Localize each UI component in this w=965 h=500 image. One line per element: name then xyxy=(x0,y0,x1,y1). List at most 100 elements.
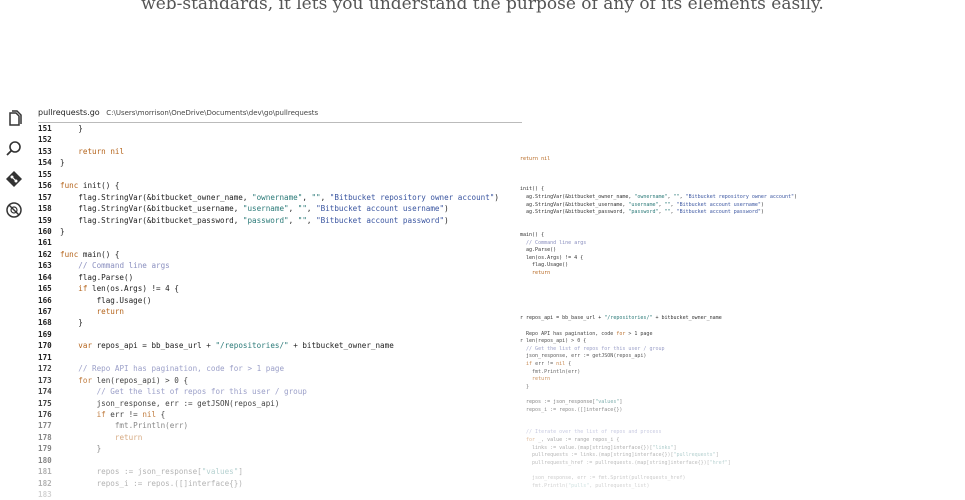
code-line[interactable]: 156 func init() { xyxy=(38,180,518,191)
code-line[interactable]: 177 fmt.Println(err) xyxy=(38,420,518,431)
code-line[interactable]: 159 flag.StringVar(&bitbucket_password, … xyxy=(38,215,518,226)
minimap-line: ag.StringVar(&bitbucket_username, "usern… xyxy=(520,201,764,208)
line-number: 161 xyxy=(38,238,52,248)
code-line[interactable]: 154} xyxy=(38,157,518,168)
code-text: flag.StringVar(&bitbucket_owner_name, "o… xyxy=(60,192,499,202)
minimap-line xyxy=(520,299,820,307)
line-number: 155 xyxy=(38,169,52,179)
minimap-line: len(os.Args) != 4 { xyxy=(520,254,584,261)
code-line[interactable]: 168 } xyxy=(38,317,518,328)
hero-text: web-standards, it lets you understand th… xyxy=(141,0,824,14)
code-line[interactable]: 175 json_response, err := getJSON(repos_… xyxy=(38,398,518,409)
minimap-line: // Get the list of repos for this user /… xyxy=(526,345,665,352)
minimap-line: repos_i := repos.([]interface{}) xyxy=(520,406,623,413)
minimap-line xyxy=(520,390,820,398)
minimap-line xyxy=(520,292,820,300)
code-text: // Get the list of repos for this user /… xyxy=(96,387,307,397)
code-line[interactable]: 178 return xyxy=(38,432,518,443)
code-text: } xyxy=(60,444,102,454)
line-number: 164 xyxy=(38,272,52,282)
minimap-line: for _, value := range repos_i { xyxy=(526,436,620,443)
code-line[interactable]: 155 xyxy=(38,169,518,180)
minimap-line xyxy=(520,284,820,292)
code-line[interactable]: 173 for len(repos_api) > 0 { xyxy=(38,375,518,386)
line-number: 169 xyxy=(38,329,52,339)
minimap-line: fmt.Println(err) xyxy=(520,368,581,375)
minimap-line xyxy=(520,307,820,315)
minimap-line: r repos_api = bb_base_url + "/repositori… xyxy=(520,315,722,322)
code-line[interactable]: 157 flag.StringVar(&bitbucket_owner_name… xyxy=(38,192,518,203)
code-line[interactable]: 169 xyxy=(38,329,518,340)
code-text: fmt.Println(err) xyxy=(60,421,189,431)
line-number: 156 xyxy=(38,181,52,191)
minimap-line xyxy=(520,421,820,429)
minimap-line: ag.Parse() xyxy=(520,247,557,254)
line-number: 179 xyxy=(38,444,52,454)
code-line[interactable]: 158 flag.StringVar(&bitbucket_username, … xyxy=(38,203,518,214)
line-number: 181 xyxy=(38,467,52,477)
minimap-line xyxy=(520,163,820,171)
minimap[interactable]: return nil init() { ag.StringVar(&bitbuck… xyxy=(520,155,820,500)
minimap-line: return nil xyxy=(520,156,551,162)
editor-tab[interactable]: pullrequests.go C:\Users\morrison\OneDri… xyxy=(38,108,522,123)
search-icon[interactable] xyxy=(4,139,24,159)
code-line[interactable]: 164 flag.Parse() xyxy=(38,272,518,283)
code-line[interactable]: 179 } xyxy=(38,443,518,454)
code-text: } xyxy=(60,124,83,133)
code-line[interactable]: 174 // Get the list of repos for this us… xyxy=(38,386,518,397)
code-line[interactable]: 160} xyxy=(38,226,518,237)
code-text: // Command line args xyxy=(78,261,170,271)
line-number: 165 xyxy=(38,284,52,294)
code-line[interactable]: 181 repos := json_response["values"] xyxy=(38,466,518,477)
files-icon[interactable] xyxy=(4,110,24,130)
line-number: 173 xyxy=(38,375,52,385)
code-line[interactable]: 172 // Repo API has pagination, code for… xyxy=(38,363,518,374)
minimap-line: init() { xyxy=(520,186,545,193)
activity-bar xyxy=(0,105,28,225)
minimap-line xyxy=(520,413,820,421)
code-line[interactable]: 176 if err != nil { xyxy=(38,409,518,420)
minimap-line: json_response, err := getJSON(repos_api) xyxy=(520,353,647,360)
line-number: 176 xyxy=(38,409,52,419)
line-number: 152 xyxy=(38,135,52,145)
code-line[interactable]: 180 xyxy=(38,455,518,466)
code-line[interactable]: 162 func main() { xyxy=(38,249,518,260)
code-line[interactable]: 151 } xyxy=(38,123,518,134)
minimap-line: r len(repos_api) > 0 { xyxy=(520,338,587,345)
minimap-line: // Iterate over the list of repos and pr… xyxy=(526,429,662,436)
line-number: 153 xyxy=(38,146,52,156)
line-number: 162 xyxy=(38,249,52,259)
code-editor[interactable]: 151 } 152 153 return nil 154} 155 156 func ini… xyxy=(38,123,518,500)
line-number: 157 xyxy=(38,192,52,202)
line-number: 167 xyxy=(38,307,52,316)
line-number: 160 xyxy=(38,226,52,236)
minimap-line xyxy=(520,277,820,285)
code-line[interactable]: 166 flag.Usage() xyxy=(38,295,518,306)
line-number: 183 xyxy=(38,490,52,499)
code-text: flag.Usage() xyxy=(60,295,152,305)
line-number: 171 xyxy=(38,352,52,362)
source-control-icon[interactable] xyxy=(4,169,24,189)
tab-file-path: C:\Users\morrison\OneDrive\Documents\dev… xyxy=(106,109,319,117)
code-line[interactable]: 161 xyxy=(38,237,518,248)
line-number: 170 xyxy=(38,341,52,351)
code-text: flag.StringVar(&bitbucket_username, "use… xyxy=(60,204,449,214)
code-line[interactable]: 167 return xyxy=(38,306,518,317)
code-line[interactable]: 170 var repos_api = bb_base_url + "/repo… xyxy=(38,340,518,351)
line-number: 178 xyxy=(38,432,52,442)
code-line[interactable]: 171 xyxy=(38,352,518,363)
tab-filename: pullrequests.go xyxy=(38,108,100,117)
minimap-line: return xyxy=(532,269,551,276)
code-line[interactable]: 182 repos_i := repos.([]interface{}) xyxy=(38,478,518,489)
code-line[interactable]: 165 if len(os.Args) != 4 { xyxy=(38,283,518,294)
minimap-line: } xyxy=(520,383,530,390)
line-number: 159 xyxy=(38,215,52,225)
code-line[interactable]: 152 xyxy=(38,134,518,145)
code-text: return nil xyxy=(78,146,125,156)
code-line[interactable]: 153 return nil xyxy=(38,146,518,157)
line-number: 166 xyxy=(38,295,52,305)
code-line[interactable]: 163 // Command line args xyxy=(38,260,518,271)
code-line[interactable]: 183 xyxy=(38,489,518,500)
debug-icon[interactable] xyxy=(4,200,24,220)
minimap-line: ag.StringVar(&bitbucket_owner_name, "own… xyxy=(520,193,797,200)
